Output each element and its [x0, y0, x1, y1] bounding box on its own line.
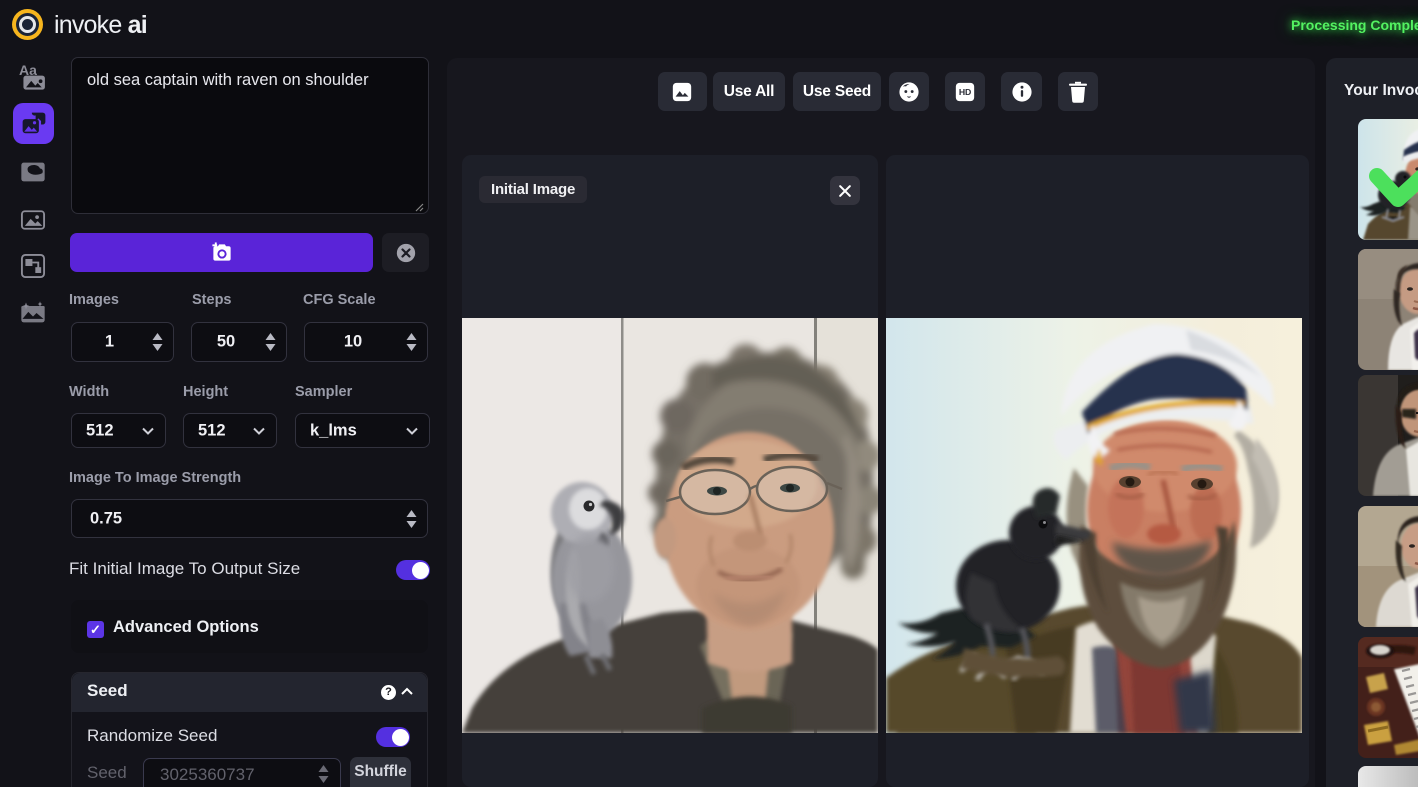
svg-text:HD: HD — [959, 87, 971, 97]
